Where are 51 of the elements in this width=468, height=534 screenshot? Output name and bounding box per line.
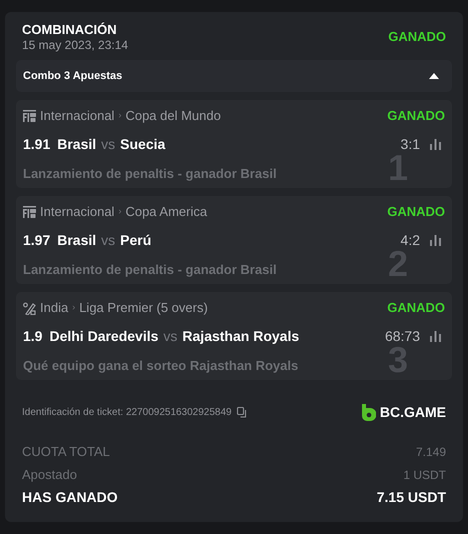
- stats-icon[interactable]: [430, 234, 441, 246]
- total-label: Apostado: [22, 466, 77, 484]
- chevron-icon: ›: [118, 205, 122, 219]
- team-name: Delhi Daredevils: [49, 326, 158, 346]
- fifa-logo-icon: [23, 110, 36, 122]
- bet-date: 15 may 2023, 23:14: [22, 38, 128, 52]
- status-label: GANADO: [387, 299, 445, 318]
- score-label: 4:2: [400, 230, 420, 250]
- chevron-icon: ›: [118, 109, 122, 123]
- odds-value: 1.97: [23, 230, 50, 250]
- brand-logo-icon: [360, 404, 376, 421]
- team-name: Rajasthan Royals: [182, 326, 300, 346]
- copy-icon[interactable]: [236, 407, 248, 418]
- odds-value: 1.9: [23, 326, 42, 346]
- total-value: 7.149: [416, 444, 446, 460]
- score-label: 3:1: [400, 134, 420, 154]
- total-label: CUOTA TOTAL: [22, 442, 110, 461]
- team-name: Perú: [120, 230, 152, 250]
- score-label: 68:73: [384, 326, 420, 346]
- total-label: HAS GANADO: [22, 488, 118, 507]
- versus-label: vs: [101, 134, 116, 154]
- versus-label: vs: [163, 326, 178, 346]
- market-description: Lanzamiento de penaltis - ganador Brasil: [23, 165, 277, 183]
- status-label: GANADO: [387, 203, 445, 222]
- market-description: Lanzamiento de penaltis - ganador Brasil: [23, 261, 277, 279]
- status-label: GANADO: [387, 107, 445, 126]
- league-label: Copa del Mundo: [125, 107, 221, 126]
- caret-icon: [429, 73, 439, 79]
- total-value: 7.15 USDT: [376, 488, 446, 507]
- status-label: GANADO: [388, 28, 446, 46]
- league-label: Liga Premier (5 overs): [79, 299, 208, 318]
- team-name: Brasil: [57, 230, 96, 250]
- country-label: Internacional: [40, 107, 114, 126]
- stats-icon[interactable]: [430, 330, 441, 342]
- team-name: Suecia: [120, 134, 166, 154]
- market-description: Qué equipo gana el sorteo Rajasthan Royals: [23, 357, 298, 375]
- fifa-logo-icon: [23, 206, 36, 218]
- country-label: Internacional: [40, 203, 114, 222]
- brand-name: BC.GAME: [380, 403, 446, 422]
- total-value: 1 USDT: [403, 466, 446, 484]
- cricket-icon: [23, 302, 36, 314]
- bet-type-title: COMBINACIÓN: [22, 22, 118, 38]
- combo-toggle[interactable]: Combo 3 Apuestas: [16, 60, 452, 92]
- odds-value: 1.91: [23, 134, 50, 154]
- stats-icon[interactable]: [430, 138, 441, 150]
- country-label: India: [40, 299, 68, 318]
- league-label: Copa America: [125, 203, 208, 222]
- versus-label: vs: [101, 230, 116, 250]
- team-name: Brasil: [57, 134, 96, 154]
- chevron-icon: ›: [72, 301, 76, 315]
- ticket-id: Identificación de ticket: 2270092516302925849: [22, 406, 232, 420]
